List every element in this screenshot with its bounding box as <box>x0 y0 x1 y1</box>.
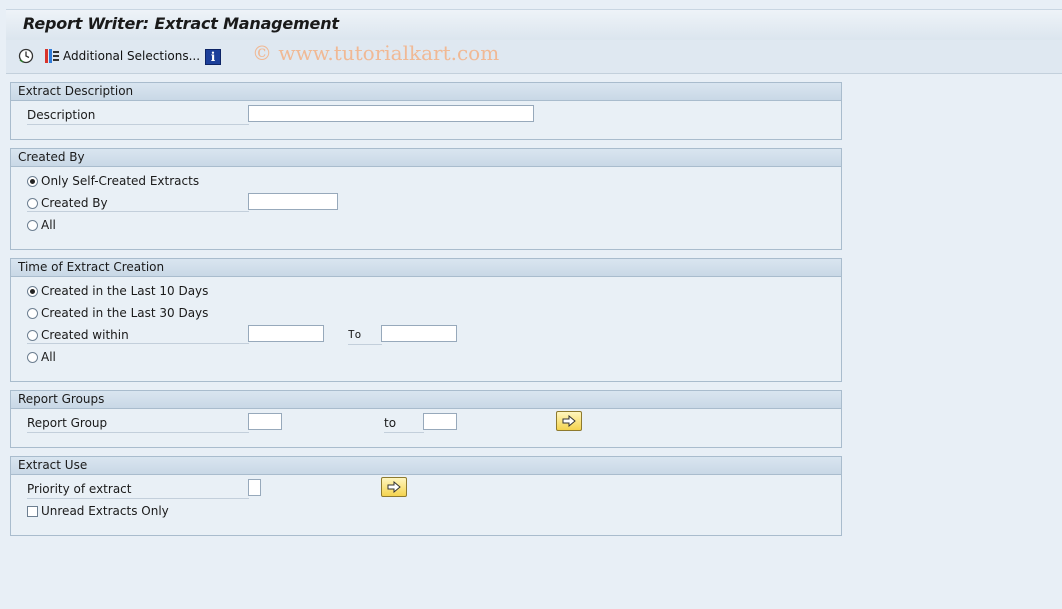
page-title: Report Writer: Extract Management <box>23 14 339 33</box>
report-group-to-input[interactable] <box>423 413 457 430</box>
description-input[interactable] <box>248 105 534 122</box>
additional-selections-button[interactable]: Additional Selections... <box>44 48 200 64</box>
radio-label: Created By <box>41 196 108 210</box>
group-header-extract-use: Extract Use <box>11 457 841 475</box>
multiple-selection-button[interactable] <box>556 411 582 431</box>
radio-last-10-days[interactable]: Created in the Last 10 Days <box>27 283 208 299</box>
radio-button[interactable] <box>27 197 38 209</box>
radio-label: All <box>41 350 56 364</box>
time-of-creation-group: Time of Extract Creation Created in the … <box>10 258 842 382</box>
group-header-report-groups: Report Groups <box>11 391 841 409</box>
radio-button[interactable] <box>27 351 38 363</box>
extract-description-group: Extract Description Description <box>10 82 842 140</box>
unread-extracts-label: Unread Extracts Only <box>41 504 169 518</box>
title-bar: Report Writer: Extract Management <box>6 9 1062 41</box>
radio-created-within[interactable]: Created within <box>27 327 249 344</box>
created-within-from-input[interactable] <box>248 325 324 342</box>
multicolor-selection-icon <box>45 49 59 63</box>
priority-input[interactable] <box>248 479 261 496</box>
radio-created-by[interactable]: Created By <box>27 195 249 212</box>
radio-button[interactable] <box>27 175 38 187</box>
group-header-created-by: Created By <box>11 149 841 167</box>
report-group-to-label: to <box>384 414 424 433</box>
watermark: © www.tutorialkart.com <box>252 41 500 65</box>
group-header-time-of-creation: Time of Extract Creation <box>11 259 841 277</box>
priority-label: Priority of extract <box>27 480 249 499</box>
report-groups-group: Report Groups Report Group to <box>10 390 842 448</box>
created-by-group: Created By Only Self-Created Extracts Cr… <box>10 148 842 250</box>
to-label: To <box>348 326 382 345</box>
radio-label: All <box>41 218 56 232</box>
report-group-from-input[interactable] <box>248 413 282 430</box>
unread-extracts-checkbox-row[interactable]: Unread Extracts Only <box>27 503 169 519</box>
application-toolbar: Additional Selections... i © www.tutoria… <box>6 40 1062 74</box>
radio-label: Only Self-Created Extracts <box>41 174 200 188</box>
unread-extracts-checkbox[interactable] <box>27 505 38 517</box>
radio-button[interactable] <box>27 285 38 297</box>
created-by-input[interactable] <box>248 193 338 210</box>
arrow-right-icon <box>387 481 401 493</box>
radio-all-time[interactable]: All <box>27 349 56 365</box>
created-within-to-input[interactable] <box>381 325 457 342</box>
radio-button[interactable] <box>27 329 38 341</box>
radio-button[interactable] <box>27 307 38 319</box>
extract-use-group: Extract Use Priority of extract Unread E… <box>10 456 842 536</box>
execute-clock-icon[interactable] <box>18 48 34 64</box>
radio-button[interactable] <box>27 219 38 231</box>
group-header-extract-description: Extract Description <box>11 83 841 101</box>
description-label: Description <box>27 106 249 125</box>
report-group-label: Report Group <box>27 414 249 433</box>
priority-multiple-selection-button[interactable] <box>381 477 407 497</box>
radio-label: Created within <box>41 328 129 342</box>
info-icon[interactable]: i <box>205 49 221 65</box>
radio-only-self-created[interactable]: Only Self-Created Extracts <box>27 173 199 189</box>
additional-selections-label: Additional Selections... <box>63 49 201 63</box>
radio-label: Created in the Last 10 Days <box>41 284 209 298</box>
arrow-right-icon <box>562 415 576 427</box>
radio-label: Created in the Last 30 Days <box>41 306 209 320</box>
radio-all[interactable]: All <box>27 217 56 233</box>
radio-last-30-days[interactable]: Created in the Last 30 Days <box>27 305 208 321</box>
